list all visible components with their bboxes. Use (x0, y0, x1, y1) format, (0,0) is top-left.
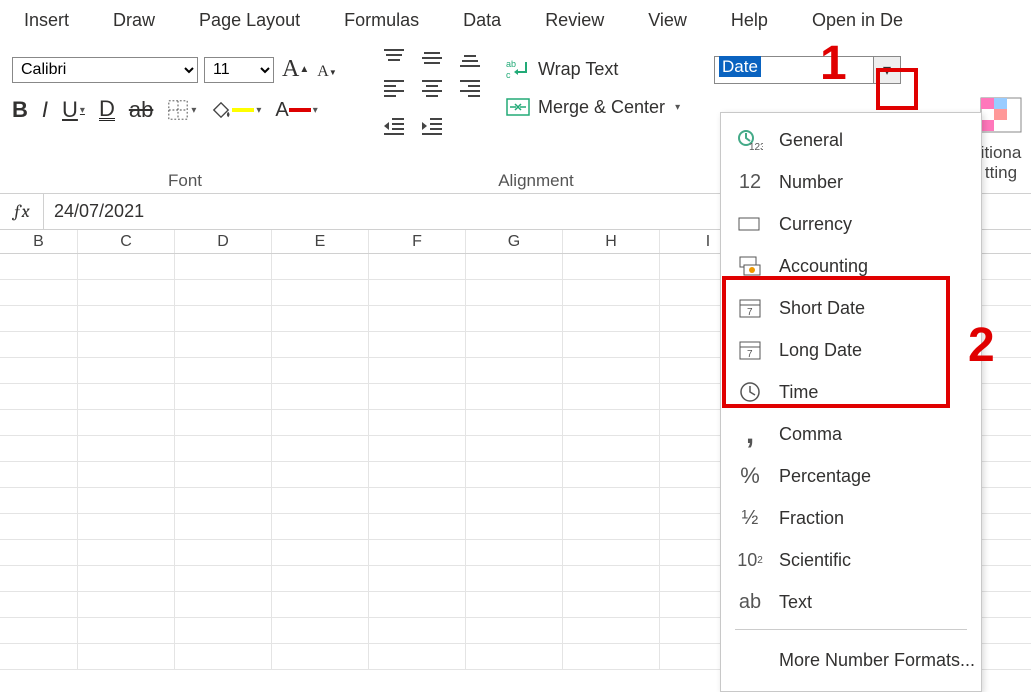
underline-button[interactable]: U ▾ (62, 97, 85, 123)
align-top-button[interactable] (382, 48, 406, 68)
align-right-button[interactable] (458, 78, 482, 98)
menu-open-in-desktop[interactable]: Open in De (790, 4, 925, 37)
merge-center-button[interactable]: Merge & Center ▾ (506, 96, 690, 118)
col-header[interactable]: C (78, 230, 175, 253)
number-icon: 12 (735, 169, 765, 195)
format-comma[interactable]: , Comma (721, 413, 981, 455)
svg-text:c: c (506, 70, 511, 80)
format-currency[interactable]: Currency (721, 203, 981, 245)
double-underline-button[interactable]: D (99, 100, 115, 121)
col-header[interactable]: D (175, 230, 272, 253)
format-text[interactable]: ab Text (721, 581, 981, 623)
font-size-select[interactable]: 11 (204, 57, 274, 83)
format-number[interactable]: 12 Number (721, 161, 981, 203)
annotation-number-1: 1 (820, 36, 847, 91)
align-left-button[interactable] (382, 78, 406, 98)
font-color-button[interactable]: A▾ (275, 99, 317, 122)
number-format-select[interactable]: Date (714, 56, 874, 84)
paint-bucket-icon (210, 101, 232, 119)
format-general-label: General (779, 130, 843, 151)
increase-font-size-button[interactable]: A▲ (280, 56, 311, 83)
scientific-icon: 102 (735, 547, 765, 573)
more-number-formats[interactable]: More Number Formats... (721, 636, 981, 685)
align-bottom-button[interactable] (458, 48, 482, 68)
alignment-group-label: Alignment (370, 171, 702, 191)
wrap-text-icon: abc (506, 58, 530, 80)
menu-bar: Insert Draw Page Layout Formulas Data Re… (0, 0, 1031, 40)
menu-formulas[interactable]: Formulas (322, 4, 441, 37)
currency-icon (735, 211, 765, 237)
format-currency-label: Currency (779, 214, 852, 235)
col-header[interactable]: B (0, 230, 78, 253)
font-group-label: Font (0, 171, 370, 191)
wrap-merge-group: abc Wrap Text Merge & Center ▾ Alignment (494, 40, 702, 193)
decrease-font-size-button[interactable]: A▼ (317, 63, 336, 83)
align-center-button[interactable] (420, 78, 444, 98)
dropdown-separator (735, 629, 967, 630)
svg-text:123: 123 (749, 142, 763, 151)
merge-icon (506, 96, 530, 118)
percentage-icon: % (735, 463, 765, 489)
font-name-select[interactable]: Calibri (12, 57, 198, 83)
wrap-text-label: Wrap Text (538, 59, 618, 80)
menu-insert[interactable]: Insert (2, 4, 91, 37)
wrap-text-button[interactable]: abc Wrap Text (506, 58, 690, 80)
format-fraction[interactable]: ½ Fraction (721, 497, 981, 539)
text-icon: ab (735, 589, 765, 615)
menu-page-layout[interactable]: Page Layout (177, 4, 322, 37)
menu-draw[interactable]: Draw (91, 4, 177, 37)
fx-icon[interactable]: ƒx (0, 194, 44, 229)
svg-text:ab: ab (506, 59, 516, 69)
fraction-icon: ½ (735, 505, 765, 531)
align-middle-button[interactable] (420, 48, 444, 68)
formula-input[interactable]: 24/07/2021 (44, 201, 144, 222)
format-text-label: Text (779, 592, 812, 613)
col-header[interactable]: F (369, 230, 466, 253)
menu-help[interactable]: Help (709, 4, 790, 37)
format-fraction-label: Fraction (779, 508, 844, 529)
annotation-box-1 (876, 68, 918, 110)
format-general[interactable]: 123 General (721, 119, 981, 161)
format-percentage-label: Percentage (779, 466, 871, 487)
format-scientific-label: Scientific (779, 550, 851, 571)
merge-center-label: Merge & Center (538, 97, 665, 118)
col-header[interactable]: E (272, 230, 369, 253)
col-header[interactable]: H (563, 230, 660, 253)
annotation-number-2: 2 (968, 318, 995, 373)
borders-button[interactable]: ▾ (167, 99, 196, 121)
annotation-box-2 (722, 276, 950, 408)
conditional-formatting-icon (979, 96, 1023, 134)
format-comma-label: Comma (779, 424, 842, 445)
format-number-label: Number (779, 172, 843, 193)
general-icon: 123 (735, 127, 765, 153)
menu-data[interactable]: Data (441, 4, 523, 37)
bold-button[interactable]: B (12, 97, 28, 123)
italic-button[interactable]: I (42, 97, 48, 123)
font-group: Calibri 11 A▲ A▼ B I U ▾ D ab ▾ ▾ A▾ (0, 40, 370, 193)
format-scientific[interactable]: 102 Scientific (721, 539, 981, 581)
format-accounting-label: Accounting (779, 256, 868, 277)
col-header[interactable]: G (466, 230, 563, 253)
fill-color-button[interactable]: ▾ (210, 101, 261, 119)
format-percentage[interactable]: % Percentage (721, 455, 981, 497)
border-icon (167, 99, 189, 121)
increase-indent-button[interactable] (420, 116, 444, 136)
strikethrough-button[interactable]: ab (129, 97, 153, 123)
menu-review[interactable]: Review (523, 4, 626, 37)
menu-view[interactable]: View (626, 4, 709, 37)
decrease-indent-button[interactable] (382, 116, 406, 136)
comma-icon: , (735, 421, 765, 447)
